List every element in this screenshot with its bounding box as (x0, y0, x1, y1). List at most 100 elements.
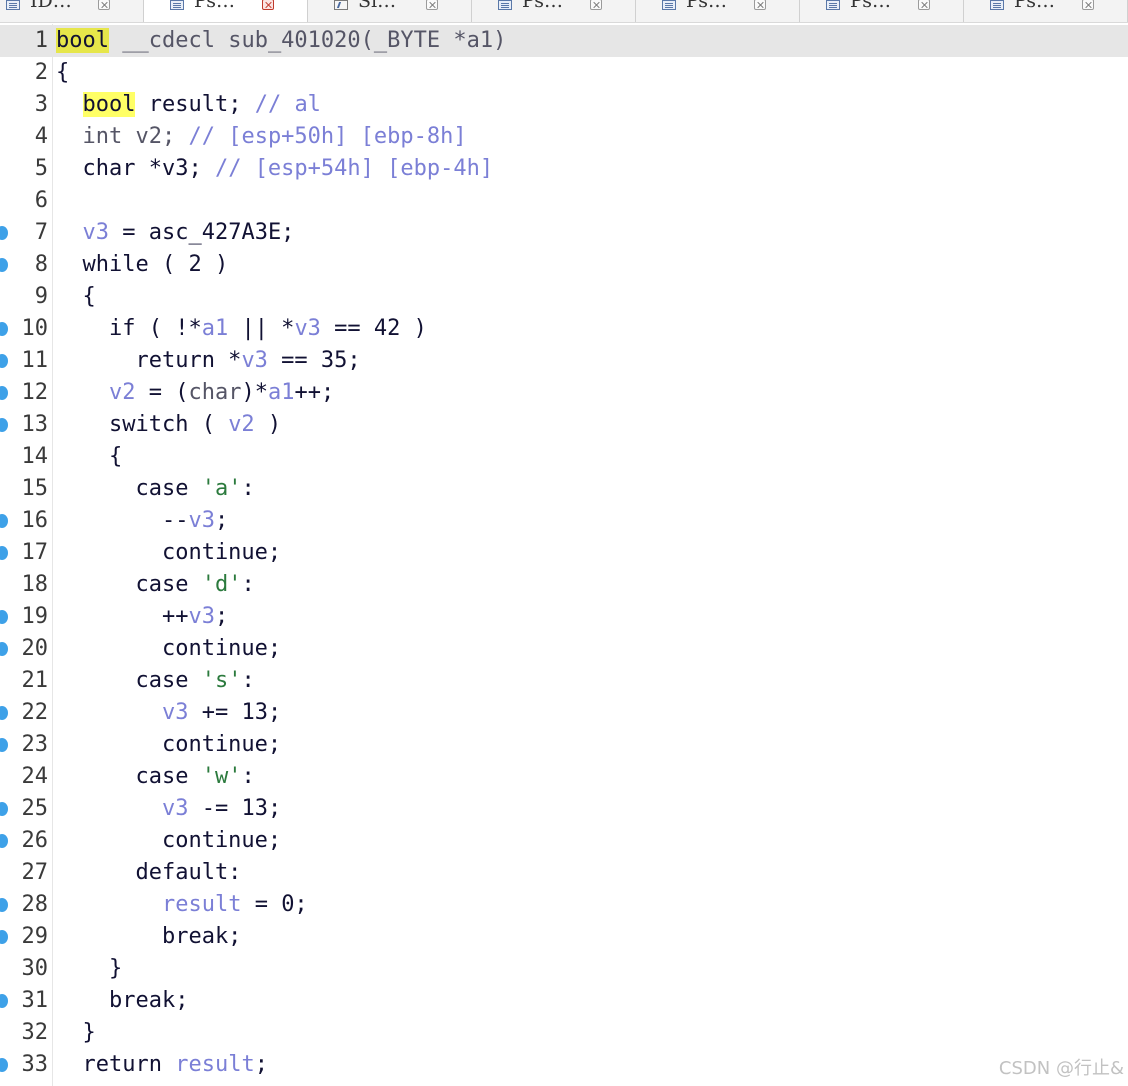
code-line[interactable]: 21 case 's': (0, 665, 1128, 697)
code-token: v2 (228, 412, 255, 437)
code-text[interactable]: } (56, 1017, 95, 1049)
code-token: return * (56, 348, 242, 373)
code-text[interactable]: { (56, 281, 96, 313)
code-line[interactable]: 32 } (0, 1017, 1128, 1049)
code-text[interactable]: v3 += 13; (56, 697, 281, 729)
code-line[interactable]: 9 { (0, 281, 1128, 313)
code-line[interactable]: 16 --v3; (0, 505, 1128, 537)
code-text[interactable]: switch ( v2 ) (56, 409, 281, 441)
close-icon[interactable] (1082, 0, 1094, 10)
code-line[interactable]: 14 { (0, 441, 1128, 473)
code-line[interactable]: 23 continue; (0, 729, 1128, 761)
tab-0[interactable]: ID… (0, 0, 144, 22)
code-line[interactable]: 27 default: (0, 857, 1128, 889)
code-line[interactable]: 11 return *v3 == 35; (0, 345, 1128, 377)
close-icon[interactable] (262, 0, 274, 10)
code-text[interactable]: ++v3; (56, 601, 228, 633)
code-token: case (56, 764, 202, 789)
code-text[interactable]: bool result; // al (56, 89, 321, 121)
code-line[interactable]: 15 case 'a': (0, 473, 1128, 505)
code-line[interactable]: 28 result = 0; (0, 889, 1128, 921)
code-text[interactable]: continue; (56, 537, 281, 569)
code-line[interactable]: 20 continue; (0, 633, 1128, 665)
line-number: 1 (34, 28, 48, 53)
code-line[interactable]: 10 if ( !*a1 || *v3 == 42 ) (0, 313, 1128, 345)
code-line[interactable]: 12 v2 = (char)*a1++; (0, 377, 1128, 409)
code-text[interactable]: break; (56, 985, 188, 1017)
code-text[interactable]: break; (56, 921, 241, 953)
code-line[interactable]: 18 case 'd': (0, 569, 1128, 601)
code-token: ; (214, 508, 229, 533)
tab-2[interactable]: Si… (308, 0, 472, 22)
close-icon[interactable] (98, 0, 110, 10)
code-line[interactable]: 7 v3 = asc_427A3E; (0, 217, 1128, 249)
code-line[interactable]: 6 (0, 185, 1128, 217)
code-text[interactable]: char *v3; // [esp+54h] [ebp-4h] (56, 153, 493, 185)
code-line[interactable]: 8 while ( 2 ) (0, 249, 1128, 281)
code-text[interactable]: case 'a': (56, 473, 254, 505)
code-line[interactable]: 13 switch ( v2 ) (0, 409, 1128, 441)
close-icon[interactable] (426, 0, 438, 10)
code-line[interactable]: 22 v3 += 13; (0, 697, 1128, 729)
code-text[interactable]: case 'w': (56, 761, 254, 793)
code-text[interactable]: while ( 2 ) (56, 249, 228, 281)
code-token: 'a' (201, 476, 242, 501)
code-line[interactable]: 26 continue; (0, 825, 1128, 857)
code-line[interactable]: 5 char *v3; // [esp+54h] [ebp-4h] (0, 153, 1128, 185)
code-text[interactable]: int v2; // [esp+50h] [ebp-8h] (56, 121, 467, 153)
code-token: ++; (294, 380, 335, 405)
code-text[interactable]: v3 = asc_427A3E; (56, 217, 295, 249)
close-icon[interactable] (918, 0, 930, 10)
code-line[interactable]: 29 break; (0, 921, 1128, 953)
code-line[interactable]: 4 int v2; // [esp+50h] [ebp-8h] (0, 121, 1128, 153)
code-text[interactable]: v2 = (char)*a1++; (56, 377, 334, 409)
code-line[interactable]: 24 case 'w': (0, 761, 1128, 793)
code-line[interactable]: 19 ++v3; (0, 601, 1128, 633)
code-token: return (56, 1052, 176, 1077)
close-icon[interactable] (590, 0, 602, 10)
code-token: = 0; (241, 892, 308, 917)
code-text[interactable]: result = 0; (56, 889, 308, 921)
pseudocode-icon (170, 0, 184, 10)
code-text[interactable]: case 'd': (56, 569, 254, 601)
code-text[interactable]: return result; (56, 1049, 267, 1081)
tab-3[interactable]: Ps… (472, 0, 636, 22)
code-text[interactable]: } (56, 953, 122, 985)
code-text[interactable]: v3 -= 13; (56, 793, 281, 825)
pseudocode-editor[interactable]: 1 bool __cdecl sub_401020(_BYTE *a1) 2{3 b… (0, 24, 1128, 1086)
code-text[interactable]: continue; (56, 633, 281, 665)
code-line[interactable]: 1 bool __cdecl sub_401020(_BYTE *a1) (0, 25, 1128, 57)
code-token: result (175, 1052, 255, 1077)
tab-5[interactable]: Ps… (800, 0, 964, 22)
code-line[interactable]: 3 bool result; // al (0, 89, 1128, 121)
code-text[interactable]: default: (56, 857, 241, 889)
code-text[interactable]: bool __cdecl sub_401020(_BYTE *a1) (56, 25, 506, 57)
code-text[interactable]: case 's': (56, 665, 254, 697)
code-line[interactable]: 2{ (0, 57, 1128, 89)
tab-6[interactable]: Ps… (964, 0, 1128, 22)
code-text[interactable]: if ( !*a1 || *v3 == 42 ) (56, 313, 427, 345)
code-token: a1 (201, 316, 229, 341)
code-text[interactable]: { (56, 57, 69, 89)
code-line[interactable]: 30 } (0, 953, 1128, 985)
code-line[interactable]: 25 v3 -= 13; (0, 793, 1128, 825)
code-text[interactable]: --v3; (56, 505, 228, 537)
line-number: 25 (21, 796, 49, 821)
tab-1[interactable]: Ps… (144, 0, 308, 22)
code-line[interactable]: 31 break; (0, 985, 1128, 1017)
code-token: { (56, 284, 96, 309)
close-icon[interactable] (754, 0, 766, 10)
tab-label: Si… (358, 0, 397, 12)
tab-4[interactable]: Ps… (636, 0, 800, 22)
code-text[interactable]: continue; (56, 729, 281, 761)
tab-label: Ps… (522, 0, 564, 12)
code-text[interactable]: { (56, 441, 122, 473)
code-text[interactable]: return *v3 == 35; (56, 345, 360, 377)
code-token: += 13; (188, 700, 282, 725)
code-text[interactable]: continue; (56, 825, 281, 857)
code-line[interactable]: 17 continue; (0, 537, 1128, 569)
code-line[interactable]: 33 return result; (0, 1049, 1128, 1081)
line-number: 16 (21, 508, 49, 533)
code-token: break; (56, 924, 242, 949)
